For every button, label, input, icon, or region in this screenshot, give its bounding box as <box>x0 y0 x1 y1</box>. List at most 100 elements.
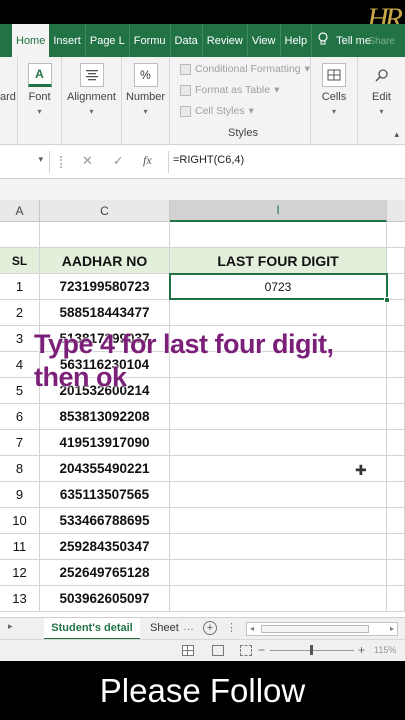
cell-next[interactable] <box>387 508 405 534</box>
cell-sl[interactable]: 1 <box>0 274 40 300</box>
number-label: Number <box>125 91 166 103</box>
header-aadhar[interactable]: AADHAR NO <box>40 248 170 274</box>
column-header-a[interactable]: A <box>0 200 40 222</box>
alignment-group[interactable]: Alignment ▾ <box>62 57 122 145</box>
instruction-caption: Type 4 for last four digit, then ok <box>34 329 334 392</box>
tab-help[interactable]: Help <box>281 24 313 57</box>
cell-last-four[interactable] <box>170 482 387 508</box>
cell-sl[interactable]: 9 <box>0 482 40 508</box>
tab-formulas[interactable]: Formu <box>130 24 171 57</box>
tab-review[interactable]: Review <box>203 24 248 57</box>
formula-input[interactable]: =RIGHT(C6,4) <box>173 154 244 166</box>
chevron-down-icon[interactable]: ▾ <box>38 154 43 165</box>
check-icon[interactable]: ✓ <box>113 153 124 169</box>
cancel-icon[interactable]: ✕ <box>82 153 93 169</box>
cell-aadhar[interactable]: 588518443477 <box>40 300 170 326</box>
cell-last-four[interactable] <box>170 300 387 326</box>
sheet-nav-arrow-icon[interactable]: ▸ <box>8 621 13 632</box>
cell-last-four[interactable] <box>170 586 387 612</box>
cell-last-four[interactable] <box>170 508 387 534</box>
column-header-c[interactable]: C <box>40 200 170 222</box>
format-as-table-button[interactable]: Format as Table ▾ <box>180 84 279 96</box>
conditional-formatting-button[interactable]: Conditional Formatting ▾ <box>180 63 310 75</box>
cell-next[interactable] <box>387 482 405 508</box>
more-sheets-icon[interactable]: … <box>183 621 194 633</box>
page-break-view-icon[interactable] <box>240 645 252 656</box>
cell-aadhar[interactable]: 419513917090 <box>40 430 170 456</box>
cell-aadhar[interactable]: 533466788695 <box>40 508 170 534</box>
cell-aadhar[interactable]: 723199580723 <box>40 274 170 300</box>
sheet-top-gap <box>0 179 405 200</box>
tab-page-layout[interactable]: Page L <box>86 24 130 57</box>
cell-aadhar[interactable]: 204355490221 <box>40 456 170 482</box>
cell-next[interactable] <box>387 586 405 612</box>
cell-next[interactable] <box>387 534 405 560</box>
worksheet-grid[interactable]: SL AADHAR NO LAST FOUR DIGIT 1 7231995807… <box>0 222 405 617</box>
tab-data[interactable]: Data <box>171 24 203 57</box>
cell-last-four[interactable] <box>170 560 387 586</box>
cell-sl[interactable]: 6 <box>0 404 40 430</box>
cell-aadhar[interactable]: 503962605097 <box>40 586 170 612</box>
add-sheet-button[interactable]: + <box>203 621 217 635</box>
cell-sl[interactable]: 11 <box>0 534 40 560</box>
scroll-left-icon[interactable]: ◂ <box>250 624 254 633</box>
conditional-formatting-icon <box>180 63 191 75</box>
cell-sl[interactable]: 7 <box>0 430 40 456</box>
cells-icon <box>322 63 346 87</box>
cell-aadhar[interactable]: 635113507565 <box>40 482 170 508</box>
share-button[interactable]: Share <box>368 36 395 47</box>
tab-home[interactable]: Home <box>12 24 50 57</box>
cell-next[interactable] <box>387 560 405 586</box>
number-group[interactable]: % Number ▾ <box>122 57 170 145</box>
table-row: 8 204355490221 <box>0 456 405 482</box>
cell-next[interactable] <box>387 456 405 482</box>
zoom-out-icon[interactable]: − <box>258 643 265 657</box>
horizontal-scrollbar[interactable]: ◂ ▸ <box>246 622 398 636</box>
cell-next[interactable] <box>387 300 405 326</box>
header-sl[interactable]: SL <box>0 248 40 274</box>
tab-insert[interactable]: Insert <box>49 24 86 57</box>
sheet-tab-students-detail[interactable]: Student's detail <box>44 618 140 640</box>
cell-last-four[interactable]: 0723 <box>170 274 387 300</box>
ribbon-tabs: Home Insert Page L Formu Data Review Vie… <box>0 24 405 57</box>
column-header-next[interactable] <box>387 200 405 222</box>
cell-last-four[interactable] <box>170 404 387 430</box>
zoom-in-icon[interactable]: + <box>358 643 365 657</box>
fill-handle[interactable] <box>384 297 390 303</box>
cell-sl[interactable]: 13 <box>0 586 40 612</box>
normal-view-icon[interactable] <box>182 645 194 656</box>
cell-aadhar[interactable]: 252649765128 <box>40 560 170 586</box>
cells-group[interactable]: Cells ▾ <box>310 57 358 145</box>
cell-last-four[interactable] <box>170 534 387 560</box>
cell-aadhar[interactable]: 853813092208 <box>40 404 170 430</box>
table-row: 6 853813092208 <box>0 404 405 430</box>
cell-next[interactable] <box>387 430 405 456</box>
table-row: 10 533466788695 <box>0 508 405 534</box>
cell-sl[interactable]: 12 <box>0 560 40 586</box>
cell-sl[interactable]: 8 <box>0 456 40 482</box>
page-layout-view-icon[interactable] <box>212 645 224 656</box>
tell-me-box[interactable]: Tell me <box>318 32 371 49</box>
cell-sl[interactable]: 10 <box>0 508 40 534</box>
table-row: 12 252649765128 <box>0 560 405 586</box>
scroll-right-icon[interactable]: ▸ <box>390 624 394 633</box>
cell-next[interactable] <box>387 404 405 430</box>
formula-divider <box>168 151 169 173</box>
sheet-tab-sheet[interactable]: Sheet <box>150 622 179 634</box>
cell-aadhar[interactable]: 259284350347 <box>40 534 170 560</box>
insert-function-icon[interactable]: fx <box>143 153 152 168</box>
tab-view[interactable]: View <box>248 24 281 57</box>
cell-last-four[interactable] <box>170 430 387 456</box>
cell-sl[interactable]: 2 <box>0 300 40 326</box>
column-header-i[interactable]: I <box>170 200 387 222</box>
splitter-icon[interactable]: ⋮ <box>226 621 237 634</box>
collapse-ribbon-icon[interactable]: ▴ <box>394 129 399 140</box>
name-box[interactable]: ▾ <box>0 151 50 173</box>
font-group[interactable]: A Font ▾ <box>18 57 62 145</box>
zoom-slider-thumb[interactable] <box>310 645 313 655</box>
percent-icon: % <box>133 63 158 87</box>
scroll-thumb[interactable] <box>261 625 369 633</box>
zoom-level[interactable]: 115% <box>374 645 396 655</box>
header-last-four[interactable]: LAST FOUR DIGIT <box>170 248 387 274</box>
cell-styles-button[interactable]: Cell Styles ▾ <box>180 105 254 117</box>
